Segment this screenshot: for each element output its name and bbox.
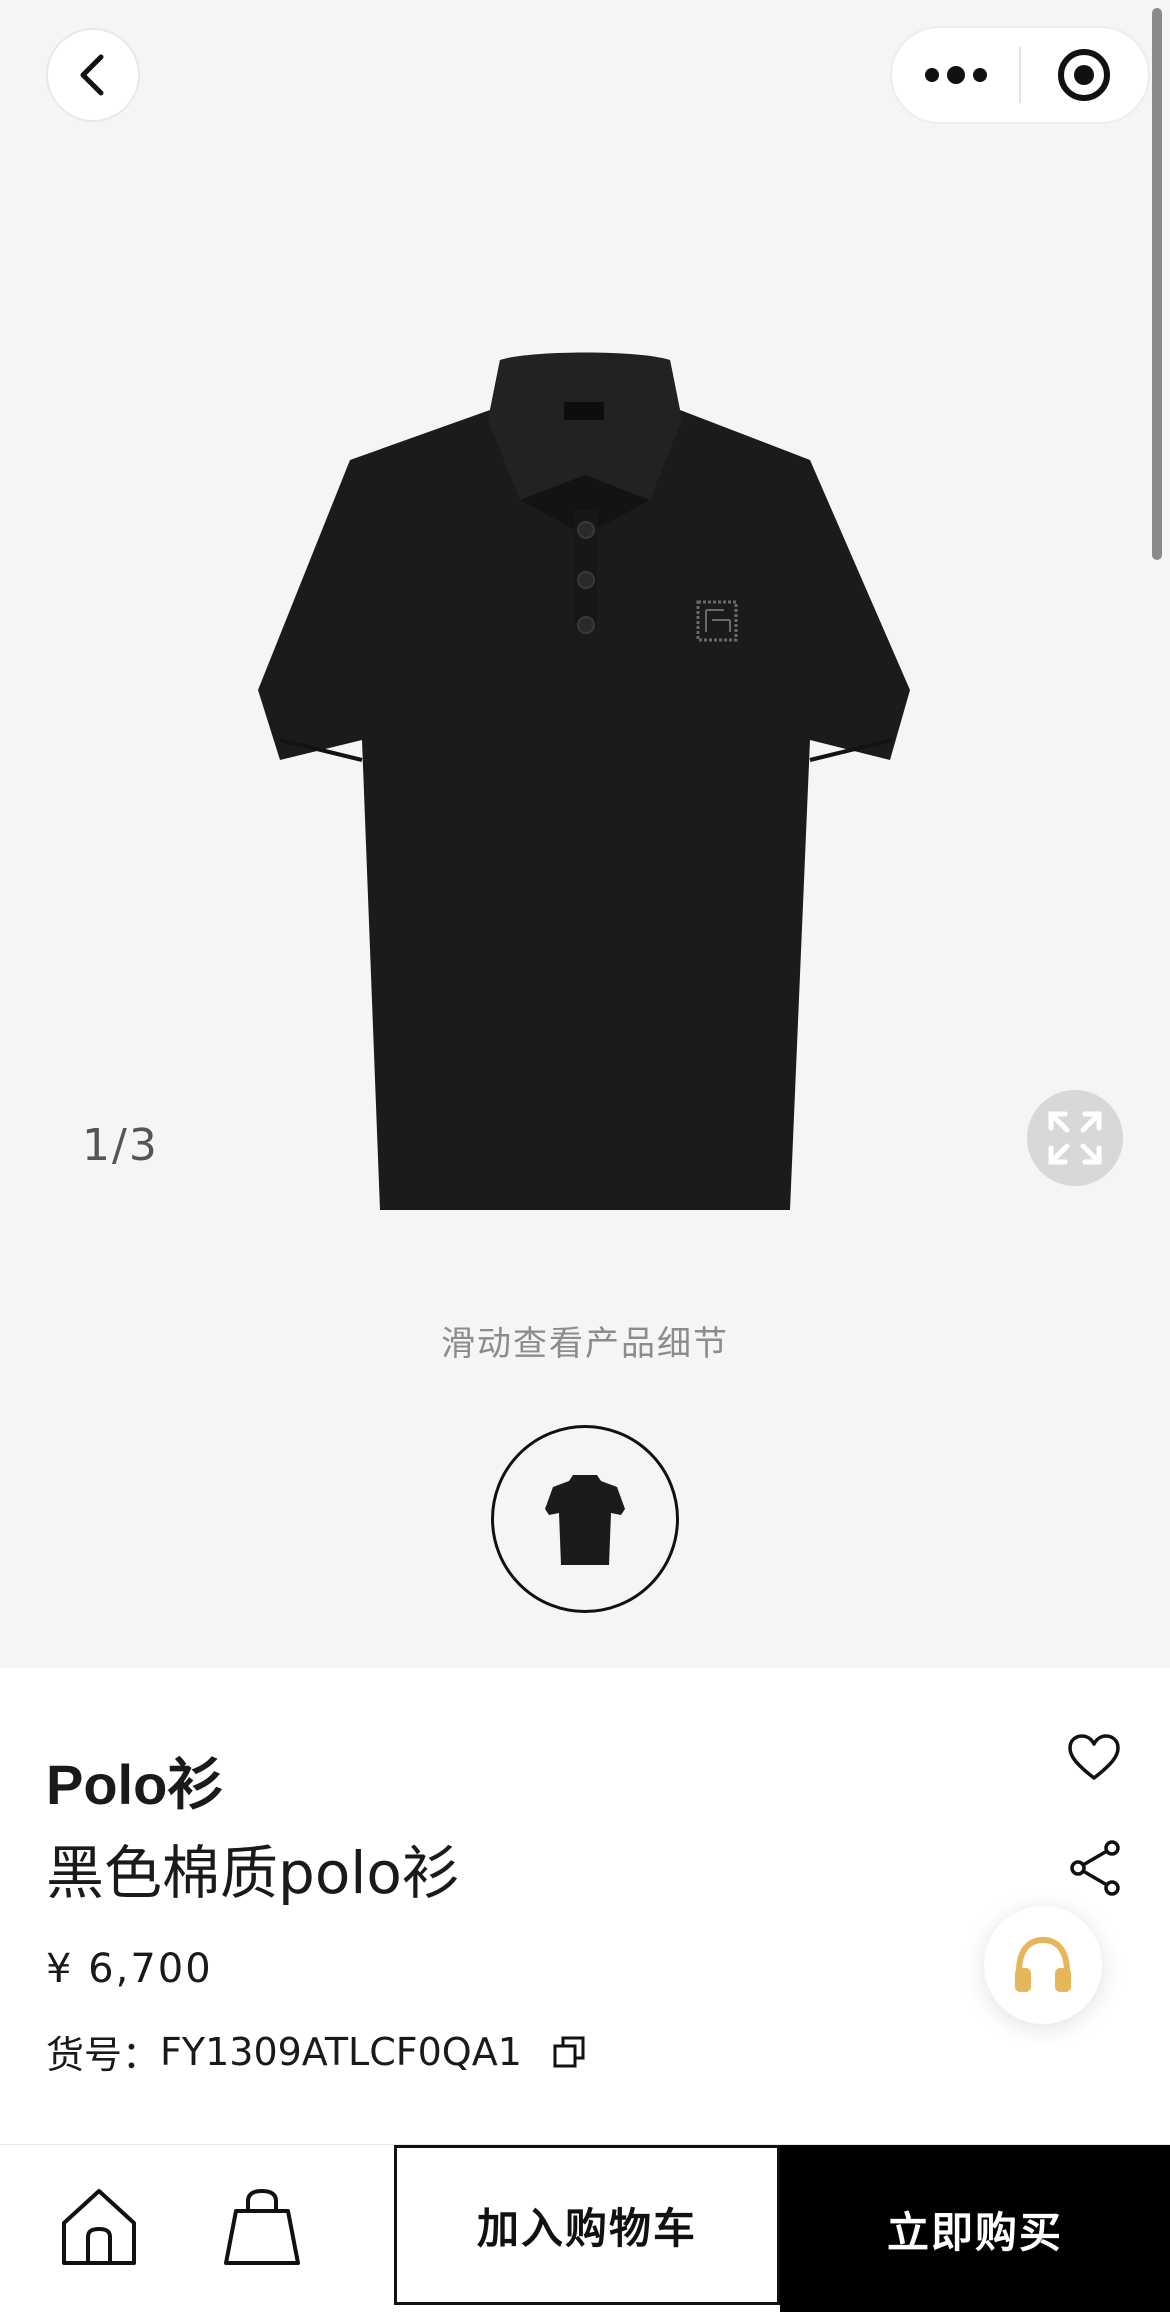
customer-service-button[interactable] (984, 1906, 1102, 2024)
product-gallery[interactable]: 1/3 滑动查看产品细节 (0, 0, 1170, 1668)
sku-row: 货号： FY1309ATLCF0QA1 (46, 2024, 586, 2079)
headphones-icon (1015, 1936, 1071, 1992)
share-button[interactable] (1068, 1838, 1122, 1902)
chevron-left-icon (80, 54, 104, 96)
expand-button[interactable] (1027, 1090, 1123, 1186)
sku-label: 货号： (46, 2033, 161, 2077)
thumbnail-selected[interactable] (491, 1425, 679, 1613)
heart-icon (1068, 1734, 1120, 1780)
scrollbar[interactable] (1152, 8, 1162, 560)
product-image[interactable] (250, 350, 920, 1210)
more-dots-icon (924, 66, 987, 84)
shopping-bag-icon (224, 2188, 300, 2265)
product-price: ¥ 6,700 (46, 1946, 213, 1992)
product-title: Polo衫 (46, 1753, 224, 1816)
bottom-action-bar: 加入购物车 立即购买 (0, 2144, 1170, 2312)
home-icon (62, 2189, 136, 2265)
add-to-cart-button[interactable]: 加入购物车 (394, 2145, 780, 2305)
favorite-button[interactable] (1066, 1732, 1122, 1788)
back-button[interactable] (46, 28, 140, 122)
thumbnail-image (545, 1475, 625, 1565)
swipe-hint: 滑动查看产品细节 (441, 1324, 729, 1364)
expand-arrows-icon (1048, 1111, 1102, 1165)
more-button[interactable] (892, 28, 1019, 122)
mini-program-capsule (890, 26, 1150, 124)
product-info: Polo衫 黑色棉质polo衫 ¥ 6,700 货号： FY1309ATLCF0… (0, 1668, 1170, 2144)
image-counter: 1/3 (82, 1120, 159, 1171)
target-circle-icon (1058, 49, 1111, 101)
cart-button[interactable] (222, 2187, 302, 2271)
share-icon (1070, 1840, 1120, 1896)
sku-value: FY1309ATLCF0QA1 (160, 2029, 522, 2074)
copy-sku-button[interactable] (552, 2035, 586, 2069)
close-button[interactable] (1021, 28, 1148, 122)
product-subtitle: 黑色棉质polo衫 (46, 1839, 460, 1907)
home-button[interactable] (60, 2187, 138, 2271)
copy-icon (553, 2036, 585, 2067)
buy-now-button[interactable]: 立即购买 (780, 2145, 1170, 2312)
product-page: 1/3 滑动查看产品细节 Polo衫 黑色棉质polo衫 ¥ 6,700 货号：… (0, 0, 1170, 2312)
